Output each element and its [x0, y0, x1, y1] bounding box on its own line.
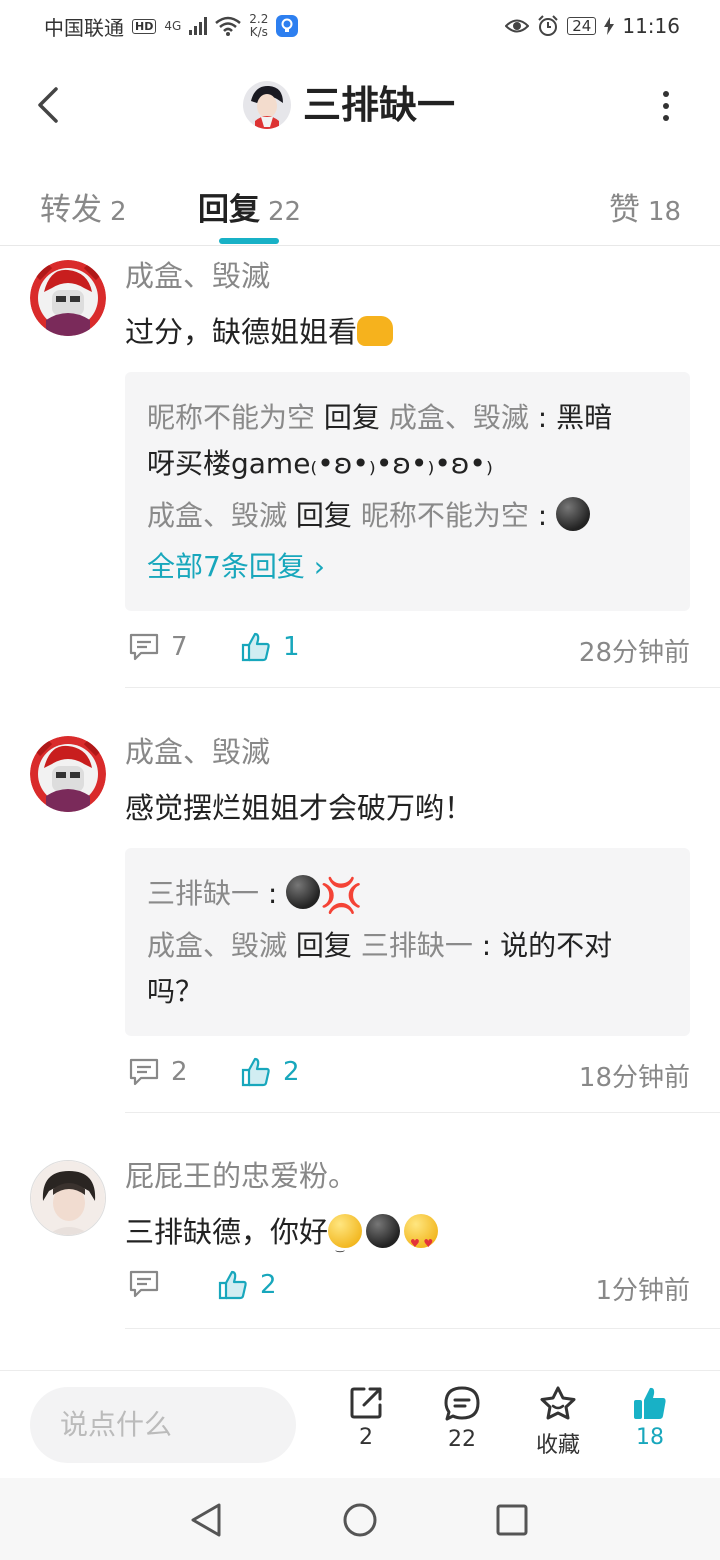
- comment-actions: 7 1 28分钟前: [125, 632, 690, 672]
- reply-line-continued: 呀买楼game₍•ʚ•₎•ʚ•₎•ʚ•₎: [147, 447, 493, 480]
- comment-text: 三排缺德，你好 ‿ ♥ ♥: [125, 1210, 439, 1254]
- more-vertical-icon: [663, 91, 669, 97]
- tab-likes[interactable]: 赞 18: [609, 184, 681, 229]
- avatar[interactable]: [30, 1160, 106, 1236]
- nav-home-button[interactable]: [338, 1498, 382, 1542]
- favorite-button[interactable]: 收藏: [518, 1385, 598, 1459]
- star-icon: [540, 1386, 576, 1420]
- reply-line: 昵称不能为空 回复 成盒、毁滅 : 黑暗: [147, 401, 613, 434]
- comment-text: 感觉摆烂姐姐才会破万哟！: [125, 791, 474, 825]
- smirk-emoji-icon: ‿: [328, 1214, 363, 1253]
- dark-moon-emoji-icon: [366, 1214, 401, 1248]
- system-navigation-bar: [0, 1478, 720, 1560]
- app-notification-icon: [276, 15, 299, 37]
- chevron-left-icon: [38, 87, 58, 123]
- avatar[interactable]: [30, 736, 106, 812]
- status-bar: 中国联通 HD 4G 2.2 K/s 24 11:16: [0, 0, 720, 52]
- reply-preview-box[interactable]: 三排缺一 : 💢 成盒、毁滅 回复 三排缺一 : 说的不对 吗？: [125, 848, 690, 1036]
- reply-button[interactable]: [129, 1270, 159, 1298]
- signal-icon: [189, 17, 208, 35]
- tab-reposts[interactable]: 转发 2: [40, 184, 127, 229]
- dark-moon-emoji-icon: [556, 497, 591, 531]
- comment-time: 28分钟前: [578, 638, 690, 668]
- battery-icon: 24: [567, 17, 597, 35]
- comments-button[interactable]: 22: [422, 1385, 502, 1452]
- charging-icon: [604, 17, 615, 35]
- hd-badge: HD: [132, 18, 157, 34]
- circle-home-icon: [343, 1503, 377, 1537]
- wifi-icon: [215, 16, 242, 36]
- carrier-label: 中国联通: [44, 15, 124, 40]
- divider: [125, 1328, 720, 1329]
- comment-author[interactable]: 成盒、毁滅: [125, 732, 270, 772]
- divider: [125, 1112, 720, 1113]
- eye-icon: [505, 19, 530, 33]
- more-options-button[interactable]: [648, 88, 684, 124]
- nav-back-button[interactable]: [184, 1498, 228, 1542]
- reply-line-continued: 吗？: [147, 975, 204, 1008]
- back-button[interactable]: [28, 82, 68, 128]
- comment-actions: 2 1分钟前: [125, 1270, 690, 1310]
- triangle-back-icon: [191, 1503, 221, 1537]
- comment-author[interactable]: 成盒、毁滅: [125, 256, 270, 296]
- nav-recents-button[interactable]: [490, 1498, 534, 1542]
- reply-count-button[interactable]: 7: [129, 632, 188, 662]
- fist-emoji-icon: [357, 316, 394, 346]
- divider: [125, 687, 720, 688]
- comment-actions: 2 2 18分钟前: [125, 1057, 690, 1097]
- reply-count-button[interactable]: 2: [129, 1057, 188, 1087]
- reply-preview-box[interactable]: 昵称不能为空 回复 成盒、毁滅 : 黑暗 呀买楼game₍•ʚ•₎•ʚ•₎•ʚ•…: [125, 372, 690, 611]
- all-replies-link[interactable]: 全部7条回复 ›: [147, 542, 668, 592]
- comment-icon: [129, 1270, 159, 1298]
- thumbs-up-icon: [218, 1270, 247, 1300]
- square-recents-icon: [496, 1504, 528, 1536]
- heart-eyes-emoji-icon: ♥ ♥: [404, 1214, 439, 1250]
- like-button[interactable]: 1: [241, 632, 300, 662]
- network-type: 4G: [164, 18, 182, 33]
- avatar[interactable]: [30, 260, 106, 336]
- like-button[interactable]: 2: [241, 1057, 300, 1087]
- reply-line: 成盒、毁滅 回复 三排缺一 : 说的不对: [147, 929, 613, 962]
- comment-time: 1分钟前: [595, 1276, 690, 1306]
- thumbs-up-icon: [241, 632, 270, 662]
- comment-time: 18分钟前: [578, 1063, 690, 1093]
- comment-input[interactable]: 说点什么: [30, 1387, 296, 1463]
- like-button[interactable]: 2: [218, 1270, 277, 1300]
- alarm-icon: [538, 15, 558, 36]
- comment-author[interactable]: 屁屁王的忠爱粉。: [125, 1156, 357, 1196]
- share-button[interactable]: 2: [326, 1385, 406, 1450]
- active-tab-indicator: [219, 238, 279, 244]
- dark-moon-emoji-icon: [286, 875, 321, 909]
- comment-text: 过分，缺德姐姐看: [125, 310, 394, 354]
- chat-bubble-icon: [444, 1386, 480, 1421]
- bottom-action-bar: 说点什么 2 22 收藏 18: [0, 1370, 720, 1478]
- comment-icon: [129, 633, 159, 661]
- tab-replies[interactable]: 回复 22: [198, 184, 301, 229]
- thumbs-up-filled-icon: [634, 1387, 666, 1419]
- reply-line: 成盒、毁滅 回复 昵称不能为空 :: [147, 490, 668, 542]
- anger-emoji-icon: 💢: [320, 876, 363, 916]
- user-avatar[interactable]: [243, 81, 291, 129]
- thumbs-up-icon: [241, 1057, 270, 1087]
- network-speed: 2.2 K/s: [249, 12, 269, 39]
- like-post-button[interactable]: 18: [610, 1385, 690, 1450]
- header: 三排缺一: [0, 60, 720, 150]
- comment-icon: [129, 1058, 159, 1086]
- share-icon: [350, 1387, 382, 1419]
- page-title: 三排缺一: [303, 83, 456, 127]
- tab-bar: 转发 2 回复 22 赞 18: [0, 160, 720, 246]
- clock: 11:16: [622, 14, 680, 38]
- reply-line: 三排缺一 : 💢: [147, 875, 363, 916]
